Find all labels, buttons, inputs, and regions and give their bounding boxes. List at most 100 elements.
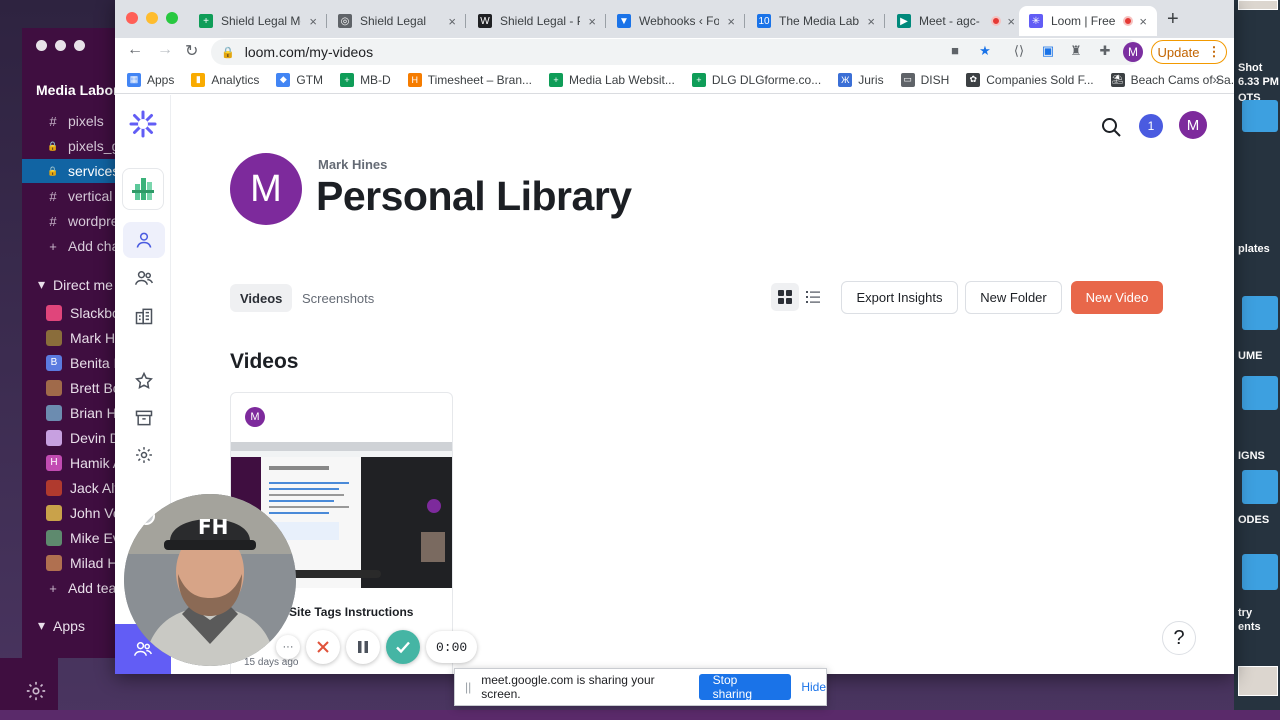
more-bookmarks-icon[interactable]: » — [1212, 71, 1220, 87]
bookmark-item[interactable]: ✿ Companies Sold F... — [966, 72, 1094, 87]
folder-icon[interactable] — [1242, 100, 1278, 132]
personal-library-nav[interactable] — [123, 222, 165, 258]
browser-tab[interactable]: ◎ Shield Legal × — [328, 6, 466, 36]
folder-icon[interactable] — [1242, 296, 1278, 330]
grid-view-icon[interactable] — [771, 283, 799, 311]
extension-tool-icon[interactable]: ♜ — [1068, 43, 1084, 59]
export-insights-button[interactable]: Export Insights — [841, 281, 958, 314]
new-folder-button[interactable]: New Folder — [965, 281, 1062, 314]
bookmark-item[interactable]: H Timesheet – Bran... — [407, 72, 532, 87]
close-tab-icon[interactable]: × — [1133, 14, 1147, 29]
cancel-recording-button[interactable] — [306, 630, 340, 664]
profile-avatar[interactable]: M — [1123, 42, 1143, 62]
slack-apps-header[interactable]: ▾ Apps — [38, 617, 85, 634]
close-tab-icon[interactable]: × — [582, 14, 596, 29]
hide-share-bar-button[interactable]: Hide — [801, 680, 826, 694]
settings-nav[interactable] — [123, 437, 165, 473]
forward-arrow-icon[interactable]: → — [157, 41, 173, 59]
loom-logo-icon[interactable] — [128, 109, 158, 139]
desktop-thumbnail-icon[interactable] — [1238, 0, 1278, 10]
browser-tab[interactable]: + Shield Legal Me × — [189, 6, 327, 36]
minimize-window-button[interactable] — [146, 12, 158, 24]
workspace-library-nav[interactable] — [123, 298, 165, 334]
settings-gear-icon[interactable] — [25, 680, 47, 702]
pause-recording-button[interactable] — [346, 630, 380, 664]
bookmark-item[interactable]: ▭ DISH — [900, 72, 949, 87]
address-bar[interactable]: 🔒 loom.com/my-videos — [211, 39, 1141, 65]
slack-channel-label: wordpre — [68, 213, 119, 229]
camera-bubble[interactable]: FH — [124, 494, 296, 666]
browser-tab[interactable]: ✳ Loom | Free × — [1019, 6, 1157, 36]
notifications-badge[interactable]: 1 — [1139, 114, 1163, 138]
search-icon[interactable] — [1099, 115, 1123, 139]
desktop-icon-label[interactable]: ents — [1238, 621, 1261, 633]
bookmark-item[interactable]: + MB-D — [340, 72, 391, 87]
extensions-puzzle-icon[interactable]: ✚ — [1097, 43, 1113, 59]
close-tab-icon[interactable]: × — [303, 14, 317, 29]
list-view-icon[interactable] — [799, 283, 827, 311]
reload-icon[interactable]: ↻ — [185, 41, 198, 61]
desktop-icon-label[interactable]: Shot — [1238, 62, 1262, 74]
loom-main-content: M Mark Hines Personal Library 1 M Videos… — [171, 95, 1234, 674]
drag-handle-icon[interactable]: || — [465, 680, 471, 694]
browser-tab[interactable]: W Shield Legal - P × — [468, 6, 606, 36]
extension-code-icon[interactable]: ⟨⟩ — [1011, 43, 1027, 59]
archive-icon — [135, 410, 153, 426]
new-video-button[interactable]: New Video — [1071, 281, 1163, 314]
desktop-icon-label[interactable]: IGNS — [1238, 450, 1265, 462]
desktop-icon-label[interactable]: plates — [1238, 243, 1270, 255]
bookmark-icon: ✿ — [966, 72, 981, 87]
stop-sharing-button[interactable]: Stop sharing — [698, 673, 792, 701]
recording-indicator-icon — [1123, 16, 1134, 26]
browser-tab[interactable]: 10 The Media Lab × — [747, 6, 885, 36]
bookmark-star-icon[interactable]: ★ — [977, 43, 993, 59]
slack-channel-label: Add cha — [68, 238, 120, 254]
update-button[interactable]: Update ⋮ — [1151, 40, 1227, 64]
desktop-icon-label[interactable]: try — [1238, 607, 1252, 619]
close-tab-icon[interactable]: × — [442, 14, 456, 29]
team-library-nav[interactable] — [123, 260, 165, 296]
bookmark-item[interactable]: ◆ GTM — [276, 72, 323, 87]
bookmark-item[interactable]: + DLG DLGforme.co... — [691, 72, 821, 87]
bookmark-icon: + — [340, 72, 355, 87]
more-options-button[interactable]: ··· — [276, 635, 300, 659]
browser-tab[interactable]: ▼ Webhooks ‹ For × — [607, 6, 745, 36]
bookmark-icon: ▭ — [900, 72, 915, 87]
video-title[interactable]: Site Tags Instructions — [289, 605, 413, 619]
desktop-icon-label[interactable]: 6.33 PM — [1238, 76, 1279, 88]
new-tab-button[interactable]: + — [1167, 8, 1179, 31]
camera-icon[interactable]: ■ — [947, 43, 963, 59]
close-tab-icon[interactable]: × — [1001, 14, 1015, 29]
desktop-thumbnail-icon[interactable] — [1238, 666, 1278, 696]
browser-tab[interactable]: ▶ Meet - agc- × — [887, 6, 1025, 36]
slack-dm-header[interactable]: ▾ Direct me — [38, 276, 113, 293]
tab-videos[interactable]: Videos — [230, 284, 293, 312]
dm-avatar: H — [46, 455, 62, 471]
archive-nav[interactable] — [123, 400, 165, 436]
close-tab-icon[interactable]: × — [721, 14, 735, 29]
bookmark-item[interactable]: ▦ Apps — [127, 72, 174, 87]
desktop-icon-label[interactable]: ODES — [1238, 514, 1269, 526]
maximize-window-button[interactable] — [166, 12, 178, 24]
plus-icon: + — [49, 238, 57, 254]
close-window-button[interactable] — [126, 12, 138, 24]
user-avatar[interactable]: M — [1179, 111, 1207, 139]
bookmark-item[interactable]: Ж Juris — [838, 72, 884, 87]
folder-icon[interactable] — [1242, 376, 1278, 410]
workspace-icon[interactable] — [122, 168, 164, 210]
tab-separator — [744, 14, 745, 28]
finish-recording-button[interactable] — [386, 630, 420, 664]
help-button[interactable]: ? — [1162, 621, 1196, 655]
slack-dm-label: Milad H — [70, 555, 118, 571]
extension-window-icon[interactable]: ▣ — [1040, 43, 1056, 59]
folder-icon[interactable] — [1242, 470, 1278, 504]
slack-workspace-name[interactable]: Media Labora — [36, 82, 126, 98]
favorites-nav[interactable] — [123, 363, 165, 399]
tab-screenshots[interactable]: Screenshots — [302, 284, 374, 312]
back-arrow-icon[interactable]: ← — [127, 41, 143, 59]
folder-icon[interactable] — [1242, 554, 1278, 590]
bookmark-item[interactable]: + Media Lab Websit... — [549, 72, 675, 87]
close-tab-icon[interactable]: × — [861, 14, 875, 29]
bookmark-item[interactable]: ▮ Analytics — [191, 72, 259, 87]
desktop-icon-label[interactable]: UME — [1238, 350, 1262, 362]
